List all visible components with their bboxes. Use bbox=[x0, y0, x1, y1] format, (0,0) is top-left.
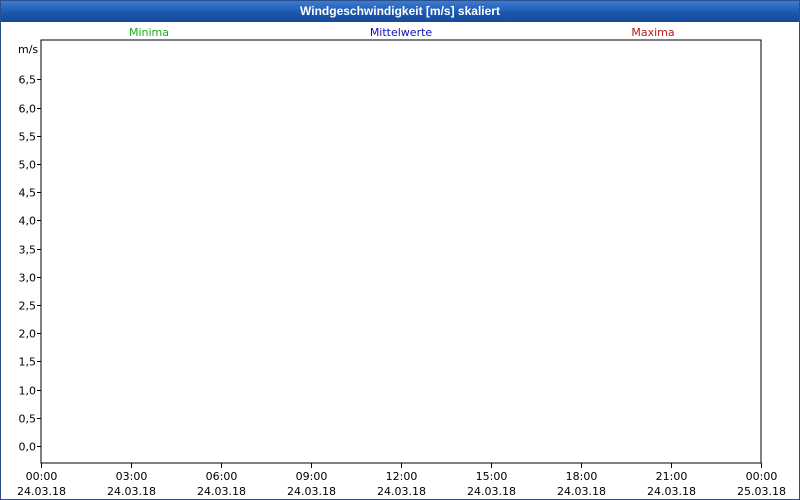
x-tick-time-label: 18:00 bbox=[566, 470, 598, 483]
x-tick-time-label: 00:00 bbox=[746, 470, 778, 483]
x-tick-time-label: 03:00 bbox=[116, 470, 148, 483]
y-tick-label: 3,0 bbox=[19, 272, 37, 285]
wind-speed-chart: 0,0 0,5 1,0 1,5 2,0 2,5 3,0 3,5 4,0 4,5 5,0 5,5 6,0 6… bbox=[17, 26, 786, 498]
x-tick-date-label: 24.03.18 bbox=[197, 485, 246, 498]
y-tick-label: 4,0 bbox=[19, 215, 37, 228]
legend-maxima: Maxima bbox=[631, 26, 674, 39]
y-axis-label: m/s bbox=[18, 43, 38, 56]
x-tick-time-label: 12:00 bbox=[386, 470, 418, 483]
y-tick-label: 6,0 bbox=[19, 103, 37, 116]
chart-window: Windgeschwindigkeit [m/s] skaliert 0,0 0,… bbox=[0, 0, 800, 500]
y-tick-label: 2,5 bbox=[19, 300, 37, 313]
y-tick-label: 4,5 bbox=[19, 187, 37, 200]
y-tick-label: 3,5 bbox=[19, 244, 37, 257]
x-tick-date-label: 24.03.18 bbox=[377, 485, 426, 498]
y-tick-label: 1,0 bbox=[19, 385, 37, 398]
x-tick-time-label: 00:00 bbox=[26, 470, 58, 483]
x-tick-time-label: 15:00 bbox=[476, 470, 508, 483]
x-tick-time-label: 09:00 bbox=[296, 470, 328, 483]
x-tick-date-label: 24.03.18 bbox=[557, 485, 606, 498]
x-tick-time-label: 21:00 bbox=[656, 470, 688, 483]
window-title: Windgeschwindigkeit [m/s] skaliert bbox=[1, 1, 799, 22]
x-tick-date-label: 25.03.18 bbox=[737, 485, 786, 498]
y-tick-label: 0,0 bbox=[19, 441, 37, 454]
y-tick-label: 0,5 bbox=[19, 413, 37, 426]
y-tick-label: 5,0 bbox=[19, 159, 37, 172]
plot-frame bbox=[40, 39, 762, 464]
y-tick-label: 6,5 bbox=[19, 74, 37, 87]
x-tick-date-label: 24.03.18 bbox=[17, 485, 66, 498]
y-tick-label: 5,5 bbox=[19, 131, 37, 144]
legend-mittelwerte: Mittelwerte bbox=[370, 26, 433, 39]
x-tick-date-label: 24.03.18 bbox=[467, 485, 516, 498]
y-tick-label: 2,0 bbox=[19, 328, 37, 341]
y-tick-label: 1,5 bbox=[19, 356, 37, 369]
x-tick-time-label: 06:00 bbox=[206, 470, 238, 483]
axes bbox=[37, 39, 762, 468]
x-tick-date-label: 24.03.18 bbox=[647, 485, 696, 498]
legend-minima: Minima bbox=[129, 26, 169, 39]
x-tick-date-label: 24.03.18 bbox=[287, 485, 336, 498]
x-tick-date-label: 24.03.18 bbox=[107, 485, 156, 498]
